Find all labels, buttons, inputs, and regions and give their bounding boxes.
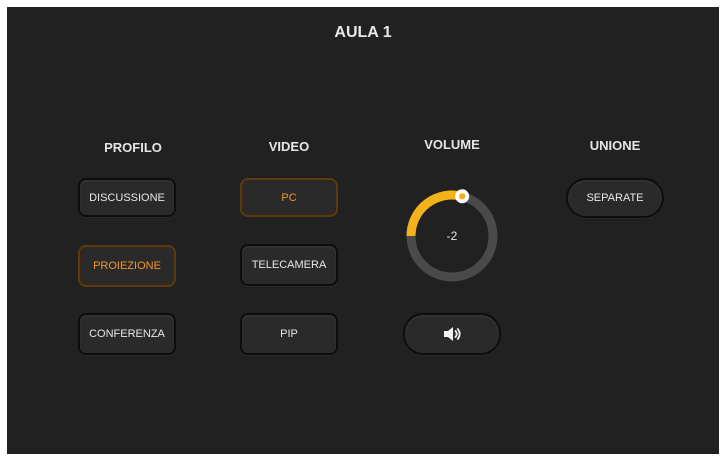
volume-label: VOLUME <box>424 137 480 152</box>
video-label: VIDEO <box>268 139 310 154</box>
page-title: AULA 1 <box>334 24 392 41</box>
control-panel: AULA 1 PROFILO VIDEO VOLUME UNIONE DISCU… <box>7 7 719 454</box>
proiezione-button[interactable]: PROIEZIONE <box>78 245 176 287</box>
pc-button[interactable]: PC <box>240 178 338 217</box>
separate-button[interactable]: SEPARATE <box>566 178 664 218</box>
pip-button[interactable]: PIP <box>240 313 338 355</box>
volume-value: -2 <box>446 229 458 243</box>
unione-label: UNIONE <box>589 138 641 153</box>
conferenza-button[interactable]: CONFERENZA <box>78 313 176 355</box>
telecamera-button[interactable]: TELECAMERA <box>240 244 338 286</box>
mute-button[interactable] <box>403 313 501 355</box>
volume-knob[interactable]: -2 <box>402 186 502 286</box>
discussione-button[interactable]: DISCUSSIONE <box>78 178 176 217</box>
profilo-label: PROFILO <box>104 140 162 155</box>
speaker-icon <box>442 326 462 342</box>
